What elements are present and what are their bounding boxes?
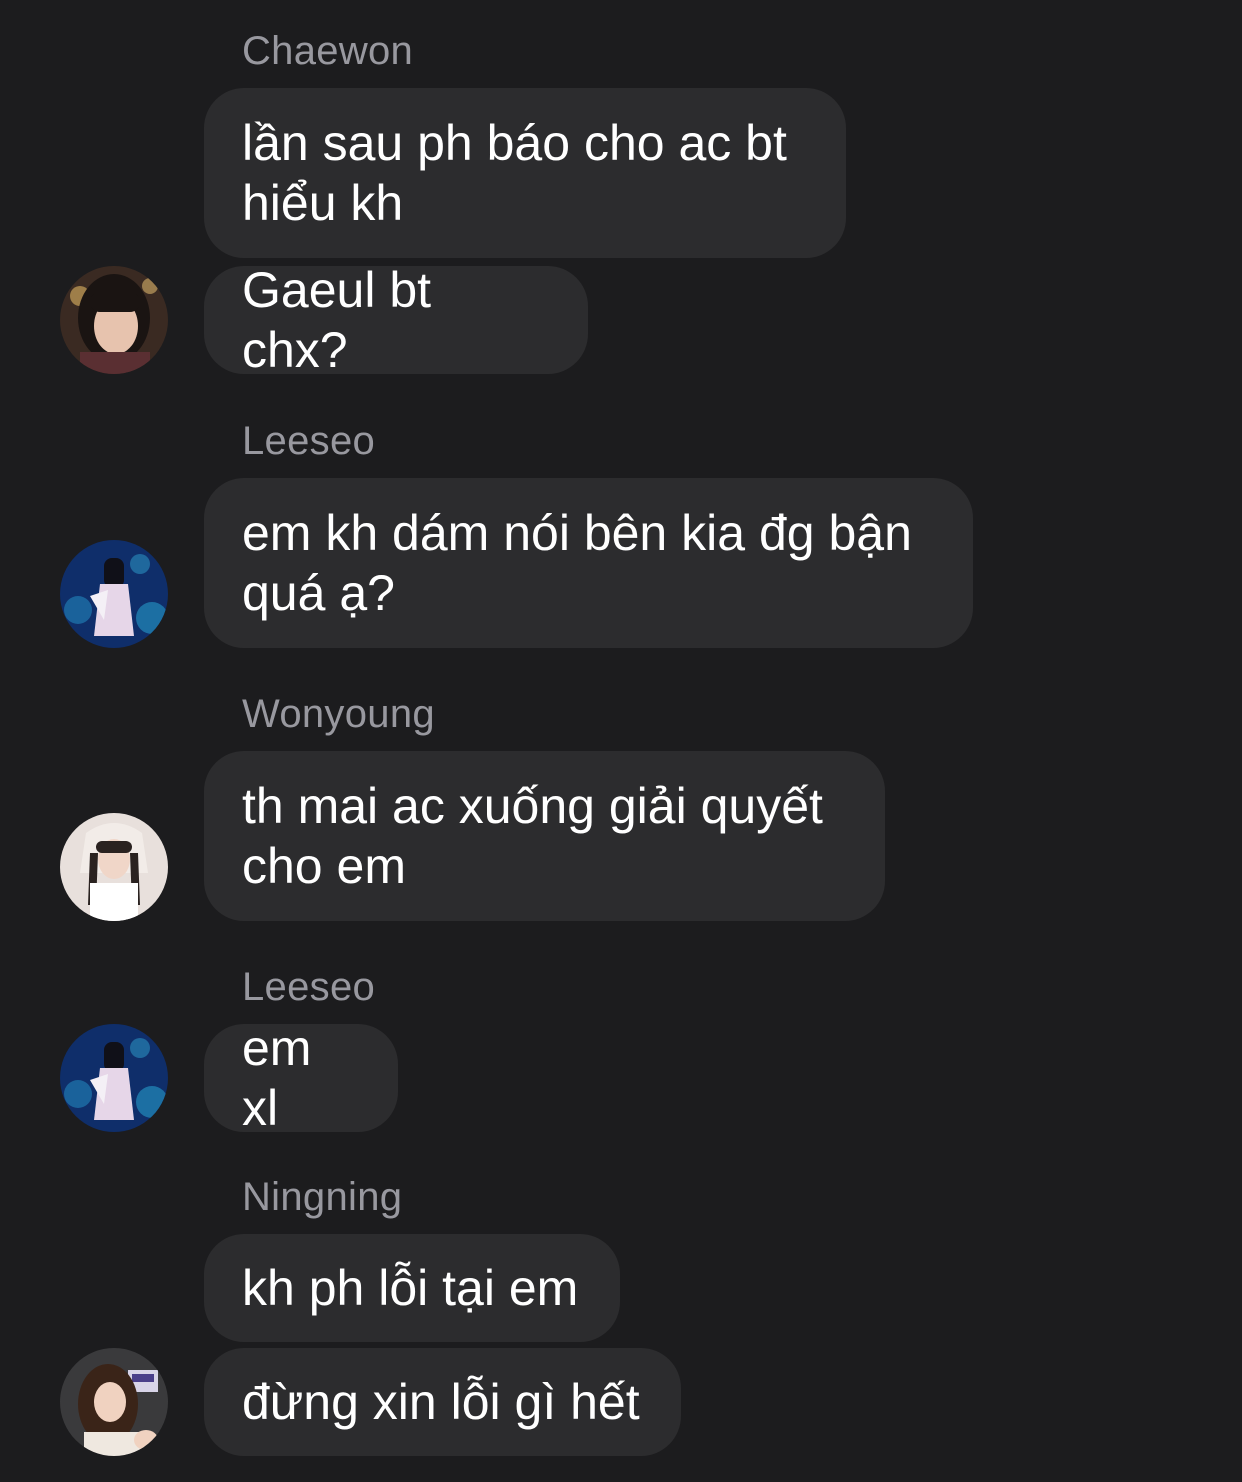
avatar[interactable] <box>60 1348 168 1456</box>
avatar[interactable] <box>60 266 168 374</box>
chaewon-avatar-image <box>60 266 168 374</box>
avatar[interactable] <box>60 1024 168 1132</box>
avatar[interactable] <box>60 540 168 648</box>
message-text: Gaeul bt chx? <box>242 262 432 378</box>
message-bubble[interactable]: em kh dám nói bên kia đg bận quá ạ? <box>204 478 973 648</box>
sender-name: Chaewon <box>242 29 414 73</box>
message-text: đừng xin lỗi gì hết <box>242 1374 640 1430</box>
message-text: em xl <box>242 1020 312 1136</box>
wonyoung-avatar-image <box>60 813 168 921</box>
avatar[interactable] <box>60 813 168 921</box>
message-text: lần sau ph báo cho ac bt hiểu kh <box>242 115 787 231</box>
sender-name: Ningning <box>242 1175 403 1219</box>
leeseo-avatar-image <box>60 1024 168 1132</box>
message-bubble[interactable]: th mai ac xuống giải quyết cho em <box>204 751 885 921</box>
leeseo-avatar-image <box>60 540 168 648</box>
message-bubble[interactable]: em xl <box>204 1020 398 1136</box>
message-bubble[interactable]: đừng xin lỗi gì hết <box>204 1348 681 1456</box>
ningning-avatar-image <box>60 1348 168 1456</box>
message-text: kh ph lỗi tại em <box>242 1260 579 1316</box>
message-bubble[interactable]: lần sau ph báo cho ac bt hiểu kh <box>204 88 846 258</box>
message-bubble[interactable]: kh ph lỗi tại em <box>204 1234 620 1342</box>
message-bubble[interactable]: Gaeul bt chx? <box>204 262 588 378</box>
sender-name: Leeseo <box>242 965 376 1009</box>
message-text: th mai ac xuống giải quyết cho em <box>242 778 823 894</box>
sender-name: Wonyoung <box>242 692 435 736</box>
sender-name: Leeseo <box>242 419 376 463</box>
message-text: em kh dám nói bên kia đg bận quá ạ? <box>242 505 912 621</box>
